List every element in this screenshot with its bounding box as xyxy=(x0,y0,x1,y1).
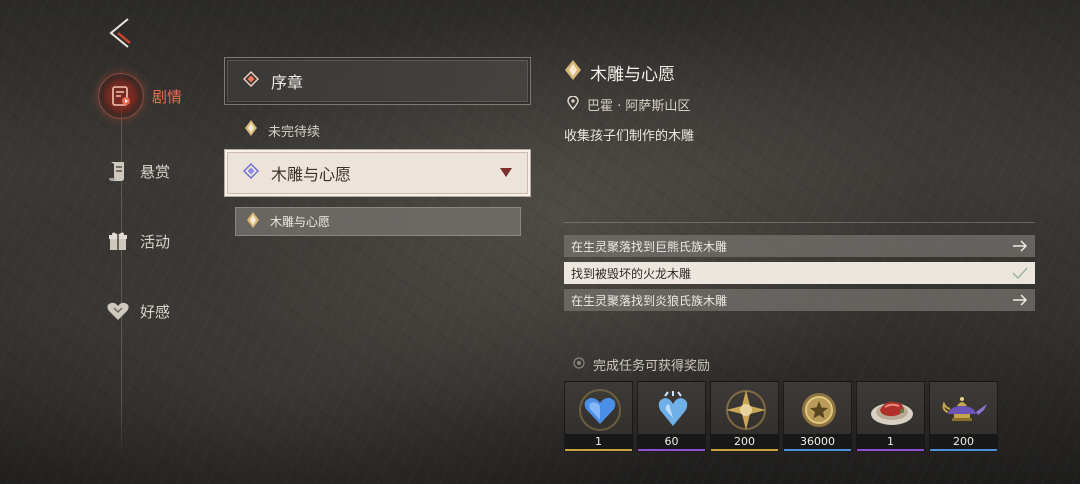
quest-marker-icon xyxy=(244,120,258,140)
nav-rail xyxy=(121,62,122,462)
objective-text: 在生灵聚落找到巨熊氏族木雕 xyxy=(571,239,728,254)
objective-text: 在生灵聚落找到炎狼氏族木雕 xyxy=(571,293,728,308)
back-button[interactable] xyxy=(106,16,136,50)
arrow-right-icon[interactable] xyxy=(1011,293,1029,307)
chapter-diamond-icon xyxy=(243,163,259,183)
objective-text: 找到被毁坏的火龙木雕 xyxy=(571,266,692,281)
nav-item-bounty[interactable]: 悬赏 xyxy=(104,153,170,189)
crystal-heart-icon xyxy=(638,384,707,436)
chapter-selected[interactable]: 木雕与心愿 xyxy=(224,149,531,197)
objective-row[interactable]: 在生灵聚落找到巨熊氏族木雕 xyxy=(564,235,1035,257)
quest-location: 巴霍 · 阿萨斯山区 xyxy=(567,94,691,114)
rarity-bar xyxy=(638,449,705,451)
quest-location-text: 巴霍 · 阿萨斯山区 xyxy=(587,99,691,114)
chapter-prologue[interactable]: 序章 xyxy=(224,57,531,105)
gift-box-icon xyxy=(104,227,132,255)
heart-icon xyxy=(104,297,132,325)
story-scroll-icon xyxy=(98,73,144,119)
magic-lamp-icon xyxy=(930,384,999,436)
back-arrow-icon xyxy=(109,18,131,48)
nav-item-story[interactable]: 剧情 xyxy=(98,73,183,119)
quest-title-text: 木雕与心愿 xyxy=(590,65,675,85)
rarity-bar xyxy=(711,449,778,451)
reward-item[interactable]: 200 xyxy=(710,381,779,452)
reward-title: 完成任务可获得奖励 xyxy=(573,355,710,374)
rarity-bar xyxy=(857,449,924,451)
reward-count: 1 xyxy=(857,434,924,449)
chapter-diamond-icon xyxy=(243,71,259,91)
objective-row[interactable]: 在生灵聚落找到炎狼氏族木雕 xyxy=(564,289,1035,311)
reward-item[interactable]: 36000 xyxy=(783,381,852,452)
objective-row[interactable]: 找到被毁坏的火龙木雕 xyxy=(564,262,1035,284)
reward-title-text: 完成任务可获得奖励 xyxy=(593,359,711,374)
reward-item[interactable]: 200 xyxy=(929,381,998,452)
quest-marker-icon xyxy=(246,212,260,231)
reward-list: 1 60 200 36000 1 200 xyxy=(564,381,998,452)
divider xyxy=(564,222,1035,223)
nav-label-bounty: 悬赏 xyxy=(140,162,171,181)
reward-count: 200 xyxy=(711,434,778,449)
location-pin-icon xyxy=(567,94,579,114)
chapter-prologue-label: 序章 xyxy=(271,73,304,92)
quest-marker-icon xyxy=(564,60,582,85)
rarity-bar xyxy=(784,449,851,451)
reward-item[interactable]: 60 xyxy=(637,381,706,452)
bounty-scroll-icon xyxy=(104,157,132,185)
quest-description: 收集孩子们制作的木雕 xyxy=(564,129,695,144)
meat-dish-icon xyxy=(857,384,926,436)
arrow-right-icon[interactable] xyxy=(1011,239,1029,253)
status-unfinished[interactable]: 未完待续 xyxy=(244,119,320,141)
reward-count: 36000 xyxy=(784,434,851,449)
golden-star-emblem-icon xyxy=(711,384,780,436)
nav-item-events[interactable]: 活动 xyxy=(104,223,170,259)
rarity-bar xyxy=(930,449,997,451)
reward-item[interactable]: 1 xyxy=(564,381,633,452)
chevron-down-icon xyxy=(500,168,512,177)
nav-item-affinity[interactable]: 好感 xyxy=(104,293,170,329)
status-unfinished-label: 未完待续 xyxy=(268,124,321,140)
reward-count: 1 xyxy=(565,434,632,449)
reward-count: 200 xyxy=(930,434,997,449)
chapter-selected-label: 木雕与心愿 xyxy=(271,165,352,184)
reward-item[interactable]: 1 xyxy=(856,381,925,452)
quest-entry-label: 木雕与心愿 xyxy=(270,215,331,229)
blue-heart-gem-icon xyxy=(565,384,634,436)
rarity-bar xyxy=(565,449,632,451)
check-icon xyxy=(1011,266,1029,280)
nav-label-affinity: 好感 xyxy=(140,302,171,321)
gold-coin-icon xyxy=(784,384,853,436)
nav-label-story: 剧情 xyxy=(152,87,183,106)
nav-label-events: 活动 xyxy=(140,232,171,251)
quest-title: 木雕与心愿 xyxy=(564,60,675,85)
quest-entry[interactable]: 木雕与心愿 xyxy=(235,207,521,236)
reward-count: 60 xyxy=(638,434,705,449)
reward-target-icon xyxy=(573,356,585,373)
